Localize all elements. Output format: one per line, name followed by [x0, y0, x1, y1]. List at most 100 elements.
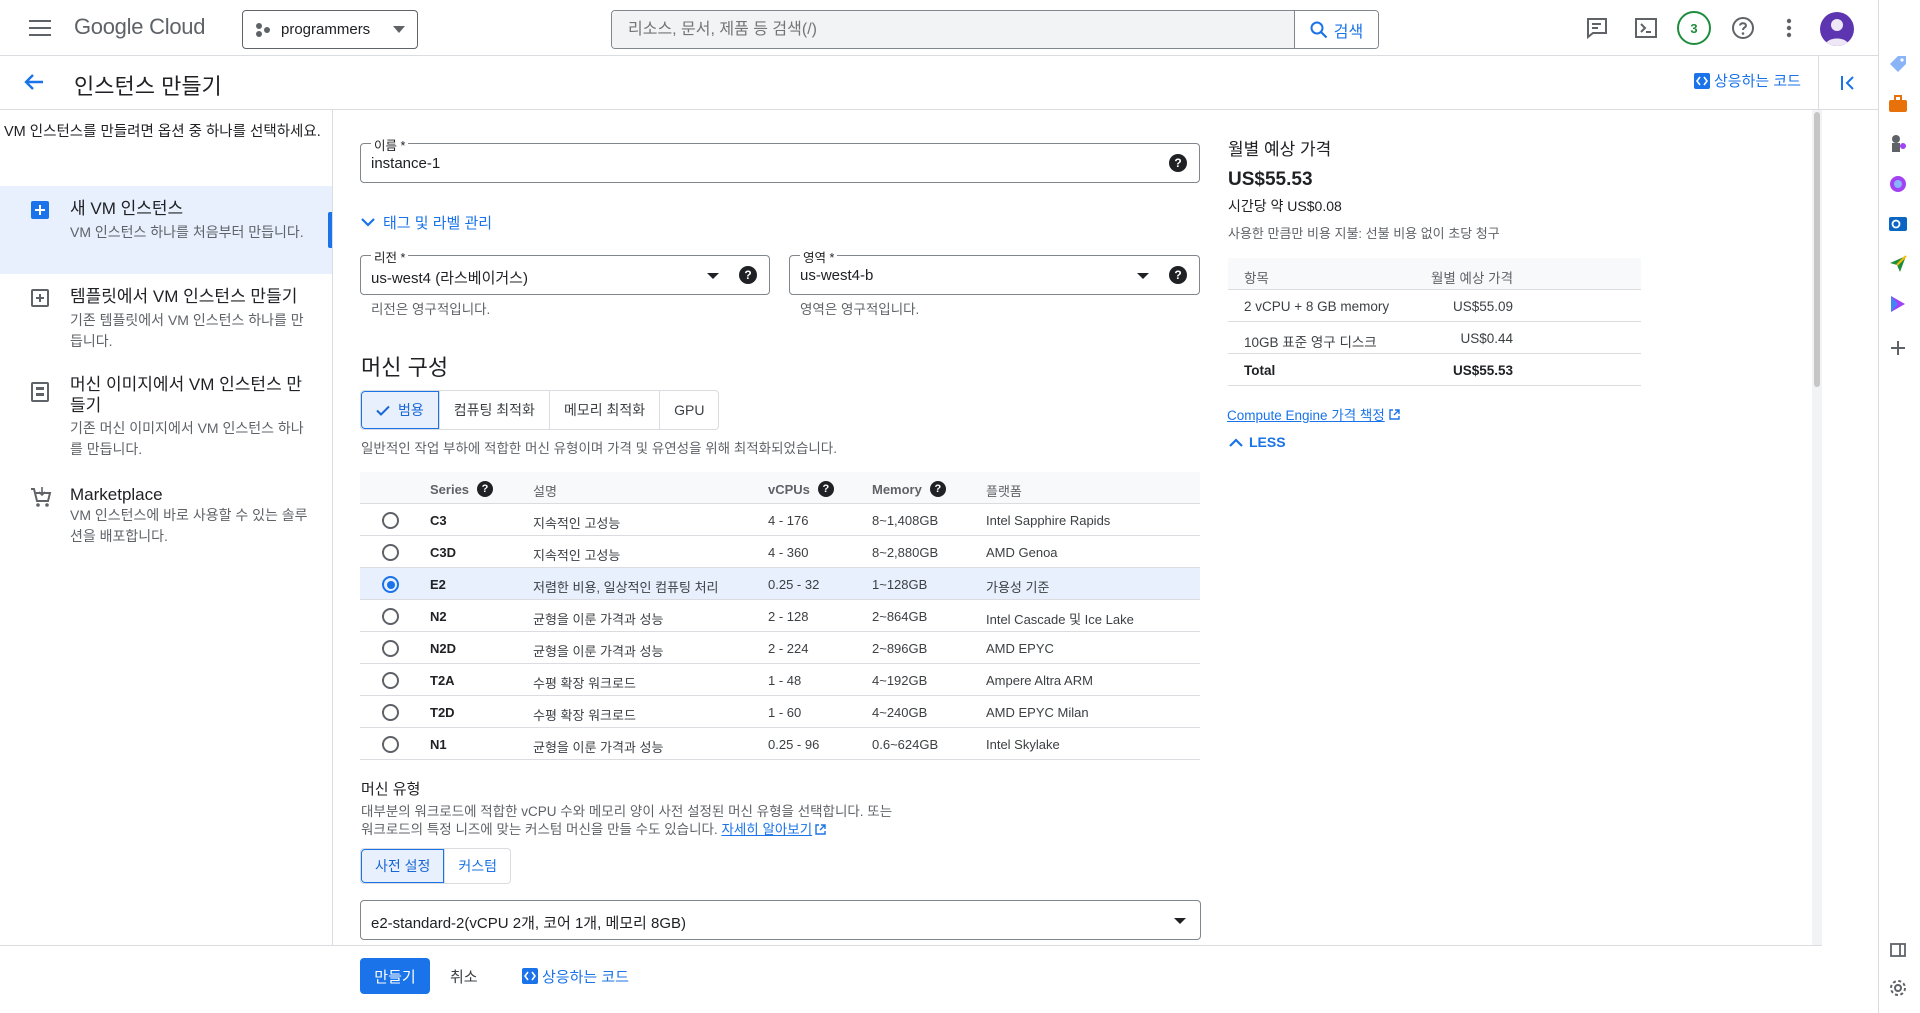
- cloud-shell-icon[interactable]: [1632, 14, 1660, 42]
- machine-type-select[interactable]: e2-standard-2(vCPU 2개, 코어 1개, 메모리 8GB): [360, 900, 1201, 940]
- option-desc: 기존 머신 이미지에서 VM 인스턴스 하나를 만듭니다.: [70, 420, 304, 457]
- option-from-machine-image[interactable]: 머신 이미지에서 VM 인스턴스 만들기 기존 머신 이미지에서 VM 인스턴스…: [0, 362, 332, 472]
- scrollbar-thumb[interactable]: [1814, 112, 1820, 387]
- series-radio[interactable]: [382, 576, 399, 593]
- series-name: N1: [430, 737, 447, 752]
- col-desc: 설명: [533, 484, 557, 499]
- series-radio[interactable]: [382, 544, 399, 561]
- sidebar-toggle-icon[interactable]: [1886, 938, 1910, 962]
- machine-type-description: 대부분의 워크로드에 적합한 vCPU 수와 메모리 양이 사전 설정된 머신 …: [361, 803, 921, 839]
- create-button[interactable]: 만들기: [360, 958, 430, 994]
- machine-type-toggle: 사전 설정 커스텀: [360, 848, 512, 884]
- preset-tab[interactable]: 사전 설정: [361, 849, 445, 883]
- outlook-icon[interactable]: [1886, 212, 1910, 236]
- series-radio[interactable]: [382, 736, 399, 753]
- option-new-vm-instance[interactable]: 새 VM 인스턴스 VM 인스턴스 하나를 처음부터 만듭니다.: [0, 186, 332, 274]
- series-name: N2: [430, 609, 447, 624]
- series-radio[interactable]: [382, 608, 399, 625]
- series-memory: 4~240GB: [872, 705, 928, 720]
- copilot-icon[interactable]: [1886, 172, 1910, 196]
- series-row[interactable]: N2 균형을 이룬 가격과 성능 2 - 128 2~864GB Intel Casca…: [360, 600, 1200, 632]
- custom-tab[interactable]: 커스텀: [444, 849, 510, 883]
- selected-indicator: [328, 212, 332, 248]
- series-memory: 2~864GB: [872, 609, 928, 624]
- series-radio[interactable]: [382, 512, 399, 529]
- settings-gear-icon[interactable]: [1886, 976, 1910, 1000]
- name-field[interactable]: 이름 * instance-1 ?: [360, 135, 1200, 183]
- machine-config-title: 머신 구성: [361, 355, 449, 380]
- cancel-button[interactable]: 취소: [450, 958, 478, 994]
- tab-compute-optimized[interactable]: 컴퓨팅 최적화: [438, 391, 549, 429]
- pricing-head-item: 항목: [1244, 271, 1269, 286]
- tab-gpu[interactable]: GPU: [659, 391, 718, 429]
- series-row[interactable]: C3 지속적인 고성능 4 - 176 8~1,408GB Intel Sapphire…: [360, 504, 1200, 536]
- series-name: C3D: [430, 545, 457, 560]
- series-platform: Intel Cascade 및 Ice Lake: [986, 612, 1134, 627]
- send-icon[interactable]: [1886, 252, 1910, 276]
- search-button[interactable]: 검색: [1294, 11, 1378, 48]
- series-radio[interactable]: [382, 672, 399, 689]
- learn-more-link[interactable]: 자세히 알아보기: [721, 822, 812, 837]
- feedback-icon[interactable]: [1583, 14, 1611, 42]
- project-picker[interactable]: programmers: [242, 10, 418, 49]
- option-from-template[interactable]: 템플릿에서 VM 인스턴스 만들기 기존 템플릿에서 VM 인스턴스 하나를 만…: [0, 274, 332, 362]
- pricing-total-row: Total US$55.53: [1228, 354, 1641, 386]
- equivalent-code-button[interactable]: 상응하는 코드: [522, 958, 629, 994]
- help-icon[interactable]: ?: [1169, 266, 1187, 284]
- help-icon[interactable]: ?: [1169, 154, 1187, 172]
- tags-labels-toggle[interactable]: 태그 및 라벨 관리: [361, 212, 492, 233]
- series-row[interactable]: T2A 수평 확장 워크로드 1 - 48 4~192GB Ampere Altra A…: [360, 664, 1200, 696]
- notifications-badge[interactable]: 3: [1677, 11, 1711, 45]
- back-arrow-icon[interactable]: [20, 68, 48, 96]
- name-label: 이름 *: [371, 135, 409, 154]
- tab-general-purpose[interactable]: 범용: [361, 391, 439, 429]
- series-desc: 저렴한 비용, 일상적인 컴퓨팅 처리: [533, 580, 719, 595]
- series-platform: AMD EPYC: [986, 641, 1054, 656]
- hamburger-menu-icon[interactable]: [24, 14, 56, 42]
- pricing-row-item: 10GB 표준 영구 디스크: [1244, 335, 1377, 350]
- option-marketplace[interactable]: Marketplace VM 인스턴스에 바로 사용할 수 있는 솔루션을 배포…: [0, 472, 332, 560]
- external-link-icon: [1389, 408, 1400, 420]
- series-desc: 균형을 이룬 가격과 성능: [533, 740, 664, 755]
- account-avatar[interactable]: [1820, 12, 1854, 46]
- tab-memory-optimized[interactable]: 메모리 최적화: [548, 391, 659, 429]
- tag-icon[interactable]: [1886, 52, 1910, 76]
- series-row[interactable]: N1 균형을 이룬 가격과 성능 0.25 - 96 0.6~624GB Intel S…: [360, 728, 1200, 760]
- search-input[interactable]: [612, 11, 1294, 48]
- chess-icon[interactable]: [1886, 132, 1910, 156]
- play-store-icon[interactable]: [1886, 292, 1910, 316]
- series-table: Series? 설명 vCPUs? Memory? 플랫폼 C3 지속적인 고성능…: [360, 472, 1200, 760]
- less-button[interactable]: LESS: [1229, 434, 1286, 450]
- pricing-table: 항목 월별 예상 가격 2 vCPU + 8 GB memory US$55.0…: [1228, 258, 1641, 386]
- more-vert-icon[interactable]: [1775, 14, 1803, 42]
- tab-label: 메모리 최적화: [563, 402, 646, 418]
- toolbox-icon[interactable]: [1886, 92, 1910, 116]
- help-icon[interactable]: ?: [477, 481, 494, 497]
- series-row[interactable]: T2D 수평 확장 워크로드 1 - 60 4~240GB AMD EPYC Milan: [360, 696, 1200, 728]
- series-row[interactable]: C3D 지속적인 고성능 4 - 360 8~2,880GB AMD Genoa: [360, 536, 1200, 568]
- series-row[interactable]: N2D 균형을 이룬 가격과 성능 2 - 224 2~896GB AMD EPYC: [360, 632, 1200, 664]
- region-select[interactable]: 리전 * us-west4 (라스베이거스) ?: [360, 247, 770, 295]
- machine-type-value: e2-standard-2(vCPU 2개, 코어 1개, 메모리 8GB): [371, 915, 687, 932]
- search-bar: 검색: [611, 10, 1379, 49]
- equivalent-code-label: 상응하는 코드: [542, 968, 629, 986]
- help-icon[interactable]: ?: [817, 481, 834, 497]
- pricing-hourly: 시간당 약 US$0.08: [1228, 198, 1342, 214]
- help-icon[interactable]: ?: [929, 481, 946, 497]
- add-icon[interactable]: [1886, 336, 1910, 360]
- zone-select[interactable]: 영역 * us-west4-b ?: [789, 247, 1200, 295]
- series-name: T2A: [430, 673, 455, 688]
- family-description: 일반적인 작업 부하에 적합한 머신 유형이며 가격 및 유연성을 위해 최적화…: [361, 441, 837, 456]
- series-vcpus: 4 - 176: [768, 513, 809, 528]
- series-row[interactable]: E2 저렴한 비용, 일상적인 컴퓨팅 처리 0.25 - 32 1~128GB 가용성…: [360, 568, 1200, 600]
- series-radio[interactable]: [382, 704, 399, 721]
- google-cloud-logo[interactable]: Google Cloud: [74, 14, 205, 40]
- series-vcpus: 1 - 48: [768, 673, 802, 688]
- equivalent-code-link[interactable]: 상응하는 코드: [1694, 70, 1801, 91]
- series-desc: 수평 확장 워크로드: [533, 676, 636, 691]
- help-icon[interactable]: ?: [739, 266, 757, 284]
- collapse-panel-icon[interactable]: [1818, 56, 1878, 110]
- pricing-docs-link[interactable]: Compute Engine 가격 책정: [1227, 404, 1400, 424]
- help-icon[interactable]: [1729, 14, 1757, 42]
- series-radio[interactable]: [382, 640, 399, 657]
